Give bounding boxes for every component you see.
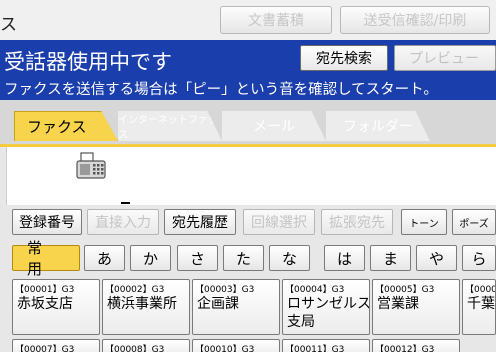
address-id: 【00010】G3 [195, 345, 255, 352]
address-id: 【00006】G3 [465, 285, 495, 295]
address-tile[interactable]: 【00006】G3 千葉 [462, 279, 496, 335]
pause-button[interactable]: ポーズ [452, 209, 496, 235]
address-name: 赤坂支店 [17, 296, 73, 312]
tab-fax[interactable]: ファクス [14, 111, 118, 141]
tone-button[interactable]: トーン [401, 209, 447, 235]
tab-folder[interactable]: フォルダー [326, 111, 430, 141]
address-tile[interactable]: 【00002】G3 横浜事業所 [102, 279, 190, 335]
send-receive-confirm-button[interactable]: 送受信確認/印刷 [340, 6, 490, 34]
index-key-a[interactable]: あ [84, 245, 125, 271]
index-key-ta[interactable]: た [223, 245, 264, 271]
address-search-button[interactable]: 宛先検索 [300, 45, 388, 71]
address-tile[interactable]: 【00012】G3 [372, 339, 460, 352]
address-tile[interactable]: 【00008】G3 [102, 339, 190, 352]
address-tile[interactable]: 【00003】G3 企画課 [192, 279, 280, 335]
index-key-sa[interactable]: さ [177, 245, 218, 271]
address-tile[interactable]: 【00001】G3 赤坂支店 [12, 279, 100, 335]
address-id: 【00001】G3 [15, 285, 75, 295]
index-key-ka[interactable]: か [130, 245, 171, 271]
index-key-ya[interactable]: や [416, 245, 457, 271]
address-tile[interactable]: 【00007】G3 [12, 339, 100, 352]
address-id: 【00008】G3 [105, 345, 165, 352]
address-id: 【00005】G3 [375, 285, 435, 295]
top-title: ス [0, 15, 17, 35]
index-key-ha[interactable]: は [324, 245, 365, 271]
address-tile[interactable]: 【00004】G3 ロサンゼルス支局 [282, 279, 370, 335]
fax-machine-icon [76, 152, 106, 179]
tab-internet-fax[interactable]: インターネットファクス [118, 111, 222, 141]
preview-button[interactable]: プレビュー [394, 45, 496, 71]
status-message: ファクスを送信する場合は「ピー」という音を確認してスタート。 [4, 82, 438, 98]
status-header: 受話器使用中です 宛先検索 プレビュー ファクスを送信する場合は「ピー」という音… [0, 40, 496, 100]
index-key-common[interactable]: 常用 [12, 239, 80, 278]
index-key-ma[interactable]: ま [370, 245, 411, 271]
line-select-button[interactable]: 回線選択 [243, 209, 315, 235]
address-id: 【00012】G3 [375, 345, 435, 352]
address-name: 企画課 [197, 296, 239, 312]
address-id: 【00011】G3 [285, 345, 345, 352]
address-name: 営業課 [377, 296, 419, 312]
destination-history-button[interactable]: 宛先履歴 [164, 209, 236, 235]
direct-input-button[interactable]: 直接入力 [87, 209, 159, 235]
address-name: 千葉 [467, 296, 495, 312]
register-number-button[interactable]: 登録番号 [12, 209, 82, 235]
address-id: 【00002】G3 [105, 285, 165, 295]
address-name: ロサンゼルス支局 [287, 296, 370, 330]
address-name: 横浜事業所 [107, 296, 177, 312]
extended-destination-button[interactable]: 拡張宛先 [321, 209, 393, 235]
tab-mail[interactable]: メール [222, 111, 326, 141]
address-tile[interactable]: 【00011】G3 [282, 339, 370, 352]
function-tab-strip: フォルダー メール インターネットファクス ファクス [0, 100, 496, 144]
address-tile[interactable]: 【00010】G3 [192, 339, 280, 352]
input-cursor [121, 202, 130, 204]
address-id: 【00007】G3 [15, 345, 75, 352]
address-id: 【00004】G3 [285, 285, 345, 295]
index-key-ra[interactable]: ら [462, 245, 496, 271]
document-storage-button[interactable]: 文書蓄積 [220, 6, 332, 34]
index-key-na[interactable]: な [269, 245, 310, 271]
status-title: 受話器使用中です [4, 50, 172, 74]
address-id: 【00003】G3 [195, 285, 255, 295]
address-tile[interactable]: 【00005】G3 営業課 [372, 279, 460, 335]
